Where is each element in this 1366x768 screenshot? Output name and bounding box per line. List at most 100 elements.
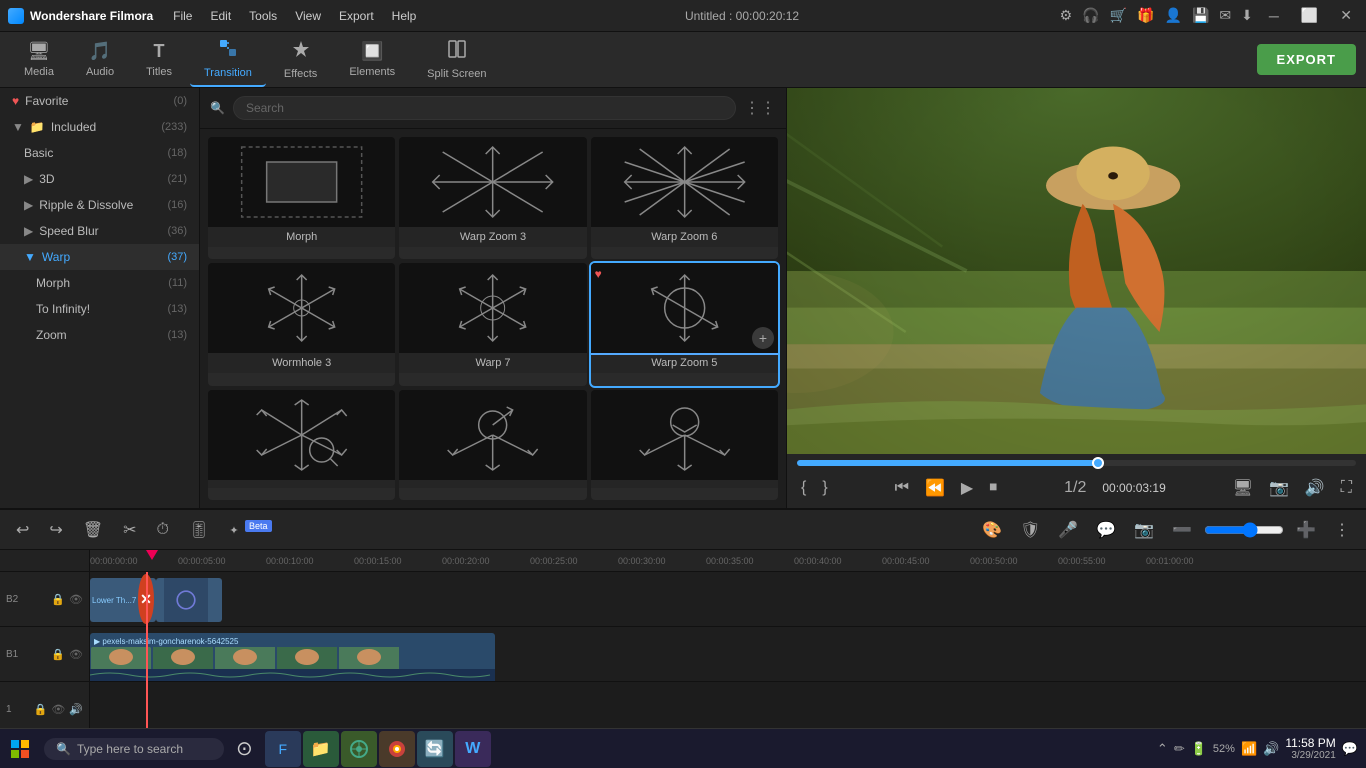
grid-icon[interactable]: ⋮⋮ <box>744 98 776 118</box>
panel-to-infinity[interactable]: To Infinity! (13) <box>0 296 199 322</box>
transition-wormhole-3[interactable]: Wormhole 3 <box>208 263 395 385</box>
taskbar-app-5[interactable]: 🔄 <box>417 731 453 767</box>
panel-favorite[interactable]: ♥ Favorite (0) <box>0 88 199 114</box>
window-title: Untitled : 00:00:20:12 <box>685 9 799 23</box>
start-button[interactable] <box>0 739 40 759</box>
progress-handle[interactable] <box>1092 457 1104 469</box>
transition-warp-zoom-alt2[interactable] <box>399 390 586 500</box>
screenshot-button[interactable]: 📷 <box>1265 474 1293 502</box>
zoom-slider[interactable] <box>1204 522 1284 538</box>
transition-warp-zoom-3[interactable]: Warp Zoom 3 <box>399 137 586 259</box>
trim-button[interactable]: ⏱ <box>151 518 175 542</box>
taskbar-app-file[interactable]: 📁 <box>303 731 339 767</box>
stop-button[interactable]: ⏹ <box>985 475 1001 501</box>
zoom-in-button[interactable]: ➕ <box>1290 517 1322 543</box>
track-b2-lock-icon[interactable]: 🔒 <box>51 593 65 606</box>
taskbar-arrow-icon[interactable]: ⌃ <box>1157 741 1168 757</box>
delete-button[interactable]: 🗑 <box>77 517 109 543</box>
transition-warp-zoom-6[interactable]: Warp Zoom 6 <box>591 137 778 259</box>
tool-media[interactable]: 🖥 Media <box>10 35 68 84</box>
save-cloud-icon[interactable]: 💾 <box>1192 7 1209 24</box>
gift-icon[interactable]: 🎁 <box>1137 7 1154 24</box>
menu-view[interactable]: View <box>287 5 329 27</box>
tool-split-screen[interactable]: Split Screen <box>413 33 500 86</box>
transition-warp-7[interactable]: Warp 7 <box>399 263 586 385</box>
audio-button[interactable]: 🎚 <box>183 517 215 543</box>
track-b2-eye-icon[interactable]: 👁 <box>69 593 83 606</box>
progress-bar[interactable] <box>797 460 1356 466</box>
tool-transition[interactable]: Transition <box>190 32 266 87</box>
minimize-button[interactable]: ─ <box>1263 6 1285 26</box>
download-icon[interactable]: ⬇ <box>1241 7 1253 24</box>
zoom-out-button[interactable]: ➖ <box>1166 517 1198 543</box>
panel-warp[interactable]: ▼ Warp (37) <box>0 244 199 270</box>
menu-edit[interactable]: Edit <box>202 5 239 27</box>
external-preview-button[interactable]: 🖥 <box>1229 474 1257 502</box>
menu-tools[interactable]: Tools <box>241 5 285 27</box>
person-icon[interactable]: 👤 <box>1165 7 1182 24</box>
mask-button[interactable]: 🛡 <box>1014 517 1046 543</box>
track-1-lock-icon[interactable]: 🔒 <box>34 703 48 716</box>
headphones-icon[interactable]: 🎧 <box>1082 7 1099 24</box>
redo-button[interactable]: ↪ <box>43 517 68 543</box>
taskbar-search[interactable]: 🔍 Type here to search <box>44 738 224 760</box>
track-1-vol-icon[interactable]: 🔊 <box>69 703 83 716</box>
cut-button[interactable]: ✂ <box>117 517 142 543</box>
menu-help[interactable]: Help <box>384 5 425 27</box>
ai-cutout-button[interactable]: ✦ Beta <box>223 518 277 542</box>
more-button[interactable]: ⋮ <box>1328 517 1356 543</box>
export-button[interactable]: EXPORT <box>1257 44 1356 75</box>
clip-transition-b2-2[interactable] <box>156 578 222 622</box>
snapshot-button[interactable]: 📷 <box>1128 517 1160 543</box>
track-b1-eye-icon[interactable]: 👁 <box>69 648 83 661</box>
transition-morph[interactable]: Morph <box>208 137 395 259</box>
transition-warp-zoom-alt1[interactable] <box>208 390 395 500</box>
taskbar-pen-icon[interactable]: ✏ <box>1174 741 1185 757</box>
title-bar: Wondershare Filmora File Edit Tools View… <box>0 0 1366 32</box>
fullscreen-button[interactable]: ⛶ <box>1337 475 1356 501</box>
taskbar-app-chrome1[interactable] <box>341 731 377 767</box>
transition-warp-zoom-alt3[interactable] <box>591 390 778 500</box>
cart-icon[interactable]: 🛒 <box>1110 7 1127 24</box>
taskbar-wifi-icon[interactable]: 📶 <box>1241 741 1257 757</box>
panel-included[interactable]: ▼ 📁 Included (233) <box>0 114 199 140</box>
prev-frame-button[interactable]: ⏪ <box>921 474 949 502</box>
taskbar-app-filmora[interactable]: F <box>265 731 301 767</box>
taskbar-app-word[interactable]: W <box>455 731 491 767</box>
maximize-button[interactable]: ⬜ <box>1295 5 1324 26</box>
track-b1-lock-icon[interactable]: 🔒 <box>51 648 65 661</box>
play-button[interactable]: ▶ <box>957 474 977 502</box>
subtitle-button[interactable]: 💬 <box>1090 517 1122 543</box>
tool-elements[interactable]: 🔲 Elements <box>335 35 409 84</box>
search-input[interactable] <box>233 96 736 120</box>
panel-3d[interactable]: ▶ 3D (21) <box>0 166 199 192</box>
panel-zoom[interactable]: Zoom (13) <box>0 322 199 348</box>
rewind-button[interactable]: ⏮ <box>891 475 913 501</box>
split-screen-icon <box>447 39 467 64</box>
panel-speed-blur[interactable]: ▶ Speed Blur (36) <box>0 218 199 244</box>
notifications-icon[interactable]: 💬 <box>1342 741 1358 757</box>
panel-morph[interactable]: Morph (11) <box>0 270 199 296</box>
taskbar-volume-icon[interactable]: 🔊 <box>1263 741 1279 757</box>
settings-icon[interactable]: ⚙ <box>1060 7 1073 24</box>
voiceover-button[interactable]: 🎤 <box>1052 517 1084 543</box>
volume-button[interactable]: 🔊 <box>1301 474 1329 502</box>
taskbar-battery-icon[interactable]: 🔋 <box>1191 741 1207 757</box>
tool-effects[interactable]: Effects <box>270 33 331 86</box>
menu-export[interactable]: Export <box>331 5 382 27</box>
track-1-eye-icon[interactable]: 👁 <box>51 703 65 716</box>
out-point-button[interactable]: } <box>818 475 831 501</box>
taskbar-cortana-icon[interactable]: ⊙ <box>228 732 261 765</box>
menu-file[interactable]: File <box>165 5 200 27</box>
tool-audio[interactable]: 🎵 Audio <box>72 35 128 84</box>
close-button[interactable]: ✕ <box>1334 5 1358 26</box>
panel-basic[interactable]: Basic (18) <box>0 140 199 166</box>
panel-ripple[interactable]: ▶ Ripple & Dissolve (16) <box>0 192 199 218</box>
in-point-button[interactable]: { <box>797 475 810 501</box>
mail-icon[interactable]: ✉ <box>1219 7 1231 24</box>
tool-titles[interactable]: T Titles <box>132 35 186 84</box>
transition-warp-zoom-5[interactable]: ♥ <box>591 263 778 385</box>
taskbar-app-chrome2[interactable] <box>379 731 415 767</box>
undo-button[interactable]: ↩ <box>10 517 35 543</box>
color-grade-button[interactable]: 🎨 <box>976 517 1008 543</box>
